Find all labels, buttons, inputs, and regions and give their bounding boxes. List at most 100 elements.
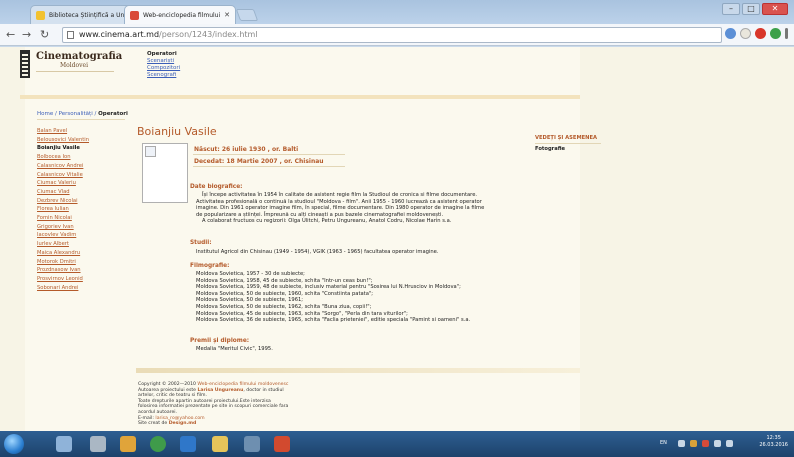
see-also-fotografie[interactable]: Fotografie: [535, 146, 605, 152]
credit-link[interactable]: Design.md: [169, 421, 197, 426]
forward-icon[interactable]: →: [22, 28, 31, 42]
copyright-link[interactable]: Web-enciclopedia filmului moldovenesc: [197, 382, 288, 387]
sidebar-person-link[interactable]: Calasnicov Andrei: [37, 162, 117, 171]
language-indicator[interactable]: EN: [660, 440, 667, 446]
browser-tab-bar: Biblioteca Științifică a Univ ✕ Web-enci…: [0, 0, 794, 24]
studies-text: Institutul Agricol din Chisinau (1949 - …: [196, 249, 439, 255]
birth-info: Născut: 26 iulie 1930 , or. Balti: [194, 146, 299, 153]
address-bar[interactable]: www.cinema.art.md/person/1243/index.html: [62, 27, 722, 43]
page-icon: [67, 31, 74, 39]
site-logo[interactable]: Cinematografia Moldovei: [36, 51, 122, 69]
author-name: Larisa Ungureanu: [197, 387, 244, 393]
menu-item-compozitori[interactable]: Compozitori: [147, 65, 180, 72]
internet-explorer-icon[interactable]: [180, 436, 196, 452]
filmography-item: Moldova Sovietica, 1958, 45 de subiecte,…: [196, 277, 373, 284]
sidebar-person-link[interactable]: Belousovici Valentin: [37, 136, 117, 145]
sidebar-person-link[interactable]: Prozdnasow Ivan: [37, 266, 117, 275]
awards-text: Medalia "Meritul Civic", 1995.: [196, 346, 273, 352]
chrome-icon[interactable]: [150, 436, 166, 452]
menu-heading[interactable]: Operatori: [147, 51, 180, 58]
tray-antivirus-icon[interactable]: [702, 440, 709, 447]
start-button-icon[interactable]: [4, 434, 24, 454]
menu-icon[interactable]: [785, 28, 788, 39]
explorer-icon[interactable]: [56, 436, 72, 452]
powerpoint-icon[interactable]: [274, 436, 290, 452]
sidebar-person-link[interactable]: Iacovlev Vadim: [37, 231, 117, 240]
bio-text: Își începe activitatea în 1954 în calita…: [196, 192, 586, 225]
death-info: Decedat: 18 Martie 2007 , or. Chisinau: [194, 158, 324, 165]
back-icon[interactable]: ←: [6, 28, 15, 42]
sidebar-person-link[interactable]: Bolbocea Ion: [37, 153, 117, 162]
translate-icon[interactable]: [725, 28, 736, 39]
sidebar-person-link[interactable]: Motorok Dmitri: [37, 258, 117, 267]
filmography-item: Moldova Sovietica, 50 de subiecte, 1961;: [196, 297, 304, 304]
sidebar-person-link[interactable]: Grigoriev Ivan: [37, 223, 117, 232]
favicon-icon: [130, 11, 139, 20]
sidebar-person-current: Boianjiu Vasile: [37, 145, 80, 152]
filmography-item: Moldova Sovietica, 45 de subiecte, 1963,…: [196, 310, 408, 317]
site-footer: Copyright © 2002—2010 Web-enciclopedia f…: [138, 382, 298, 427]
tab-close-icon[interactable]: ✕: [224, 6, 230, 24]
sidebar-person-link[interactable]: Balan Pavel: [37, 127, 117, 136]
extension-green-icon[interactable]: [770, 28, 781, 39]
sidebar-person-link[interactable]: Ciumac Valeriu: [37, 179, 117, 188]
breadcrumb-home[interactable]: Home: [37, 111, 53, 117]
filmography-item: Moldova Sovietica, 36 de subiecte, 1965,…: [196, 317, 471, 324]
browser-tab-enciclopedia[interactable]: Web-enciclopedia filmului ✕: [124, 5, 236, 24]
studies-heading: Studii:: [190, 240, 212, 246]
close-window-icon[interactable]: ✕: [762, 3, 788, 15]
logo-subtitle: Moldovei: [60, 62, 88, 69]
sidebar-person-link[interactable]: Sobonari Andrei: [37, 284, 117, 293]
window-controls: – □ ✕: [722, 3, 788, 17]
email-label: E-mail:: [138, 415, 156, 421]
taskbar: EN 12:35 26.03.2016: [0, 431, 794, 457]
menu-item-scenografi[interactable]: Scenografi: [147, 72, 180, 79]
sidebar-person-link[interactable]: Prosvirnov Leonid: [37, 275, 117, 284]
reload-icon[interactable]: ↻: [40, 28, 49, 42]
filmography-item: Moldova Sovietica, 1959, 48 de subiecte,…: [196, 284, 461, 291]
new-tab-button[interactable]: [235, 9, 259, 21]
credit-text: Site creat de: [138, 421, 169, 427]
favicon-icon: [36, 11, 45, 20]
volume-icon[interactable]: [726, 440, 733, 447]
clock-date: 26.03.2016: [759, 442, 788, 448]
sidebar-person-link[interactable]: Dezbrev Nicolai: [37, 197, 117, 206]
copyright-text: Copyright © 2002—2010: [138, 382, 198, 387]
menu-item-scenaristi[interactable]: Scenariști: [147, 58, 180, 65]
tray-flag-icon[interactable]: [690, 440, 697, 447]
tab-title: Biblioteca Științifică a Univ: [49, 12, 130, 19]
divider: [193, 166, 345, 167]
filmography-list: Moldova Sovietica, 1957 - 30 de subiecte…: [196, 271, 586, 324]
sidebar-person-link[interactable]: Florea Iulian: [37, 205, 117, 214]
network-icon[interactable]: [714, 440, 721, 447]
sidebar-person-link[interactable]: Ciumac Vlad: [37, 188, 117, 197]
bio-heading: Date biografice:: [190, 184, 243, 190]
taskbar-app-icon[interactable]: [90, 436, 106, 452]
person-name-title: Boianjiu Vasile: [137, 125, 217, 138]
sidebar-person-link[interactable]: Fomin Nicolai: [37, 214, 117, 223]
extension-red-icon[interactable]: [755, 28, 766, 39]
sidebar-person-link[interactable]: Maica Alexandru: [37, 249, 117, 258]
folder-icon[interactable]: [212, 436, 228, 452]
email-link[interactable]: larisa_ro@yahoo.com: [155, 416, 204, 421]
breadcrumb: Home / Personalități / Operatori: [37, 111, 128, 117]
tab-title: Web-enciclopedia filmului: [143, 12, 221, 19]
top-menu: Operatori Scenariști Compozitori Scenogr…: [147, 51, 180, 79]
logo-divider: [36, 71, 114, 72]
taskbar-app-icon[interactable]: [244, 436, 260, 452]
film-strip-icon: [20, 50, 30, 78]
tray-arrow-icon[interactable]: [678, 440, 685, 447]
divider: [193, 154, 345, 155]
media-player-icon[interactable]: [120, 436, 136, 452]
browser-toolbar: ← → ↻ www.cinema.art.md/person/1243/inde…: [0, 24, 794, 46]
bio-line: de popularizare a științei. Împreună cu …: [196, 211, 444, 218]
person-photo-broken-image-icon: [142, 143, 188, 203]
minimize-icon[interactable]: –: [722, 3, 740, 15]
breadcrumb-people[interactable]: Personalități: [59, 111, 93, 117]
sidebar-person-link[interactable]: Iurlev Albert: [37, 240, 117, 249]
clock[interactable]: 12:35 26.03.2016: [759, 435, 788, 449]
breadcrumb-current: Operatori: [98, 111, 128, 117]
maximize-icon[interactable]: □: [742, 3, 760, 15]
star-icon[interactable]: [740, 28, 751, 39]
sidebar-person-link[interactable]: Calasnicov Vitalie: [37, 171, 117, 180]
